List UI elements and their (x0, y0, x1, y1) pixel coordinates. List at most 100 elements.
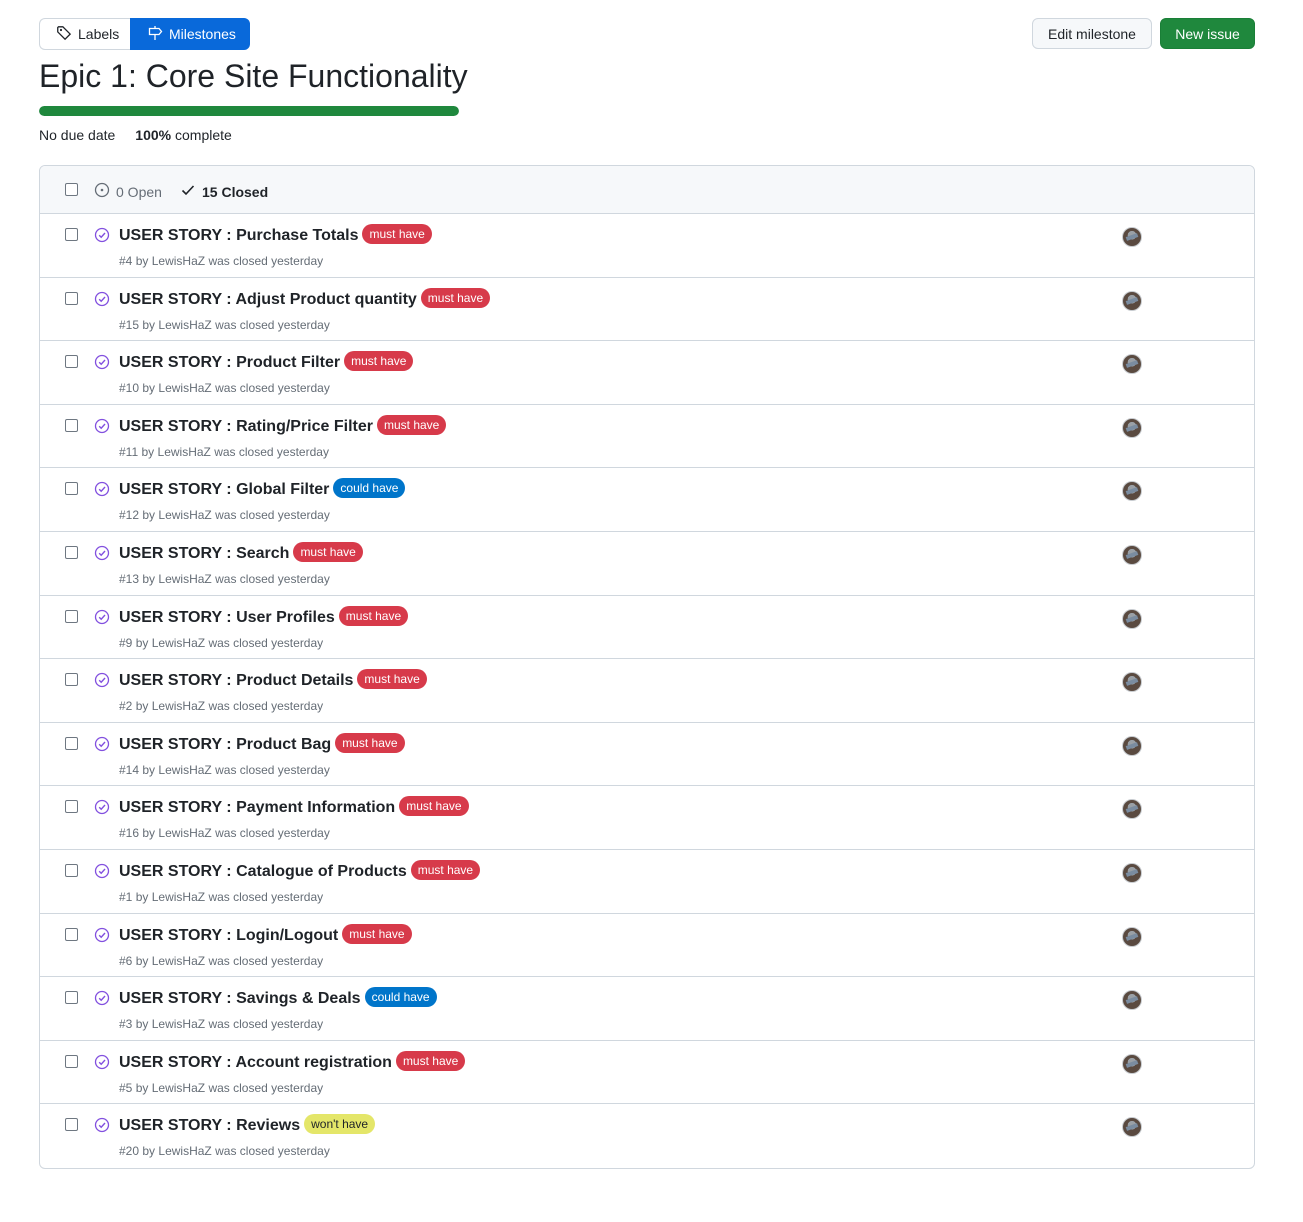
issue-by: by (135, 1017, 149, 1032)
issue-label[interactable]: must have (357, 669, 427, 690)
issue-title-link[interactable]: USER STORY : Savings & Deals (119, 990, 361, 1008)
issue-title-link[interactable]: USER STORY : Global Filter (119, 481, 329, 499)
issue-checkbox[interactable] (65, 418, 78, 432)
assignee-avatar[interactable] (1122, 672, 1142, 693)
issue-title-link[interactable]: USER STORY : User Profiles (119, 609, 335, 627)
assignee-avatar[interactable] (1122, 290, 1142, 311)
assignee-avatar[interactable] (1122, 799, 1142, 820)
issue-title-link[interactable]: USER STORY : Product Details (119, 672, 353, 690)
issue-author[interactable]: LewisHaZ (158, 763, 211, 777)
select-all-checkbox[interactable] (65, 183, 78, 196)
milestone-icon (147, 25, 163, 44)
issue-label[interactable]: must have (338, 605, 409, 626)
issue-meta: #14 by LewisHaZ was closed yesterday (119, 763, 330, 777)
issue-checkbox[interactable] (65, 482, 78, 496)
issue-label[interactable]: could have (333, 478, 406, 499)
assignee-avatar[interactable] (1122, 608, 1142, 629)
issue-title-link[interactable]: USER STORY : Login/Logout (119, 927, 338, 945)
issue-label[interactable]: could have (364, 987, 437, 1008)
issue-author[interactable]: LewisHaZ (158, 826, 211, 840)
issue-label[interactable]: must have (344, 351, 414, 372)
issue-row: USER STORY : Adjust Product quantity must… (40, 278, 1254, 342)
issue-checkbox[interactable] (65, 609, 78, 623)
issue-title-link[interactable]: USER STORY : Rating/Price Filter (119, 418, 373, 436)
issue-author[interactable]: LewisHaZ (152, 254, 205, 268)
issue-checkbox[interactable] (65, 673, 78, 687)
issue-checkbox[interactable] (65, 927, 78, 941)
closed-issues-filter[interactable]: 15 Closed (180, 182, 268, 201)
issue-title-link[interactable]: USER STORY : Search (119, 545, 289, 563)
issue-author[interactable]: LewisHaZ (152, 699, 205, 713)
issue-status: was closed yesterday (208, 953, 324, 968)
assignee-avatar[interactable] (1122, 1117, 1142, 1138)
issue-title-link[interactable]: USER STORY : Product Bag (119, 736, 331, 754)
issue-checkbox[interactable] (65, 291, 78, 305)
issue-label[interactable]: must have (376, 414, 447, 435)
assignee-avatar[interactable] (1122, 481, 1142, 502)
issue-by: by (142, 317, 156, 332)
issue-title-link[interactable]: USER STORY : Adjust Product quantity (119, 291, 417, 309)
issue-meta: #4 by LewisHaZ was closed yesterday (119, 254, 323, 268)
issue-title-link[interactable]: USER STORY : Catalogue of Products (119, 863, 407, 881)
issue-title-link[interactable]: USER STORY : Reviews (119, 1117, 300, 1135)
issue-label[interactable]: must have (293, 541, 363, 562)
issue-title-link[interactable]: USER STORY : Payment Information (119, 799, 395, 817)
assignee-avatar[interactable] (1122, 544, 1142, 565)
issue-checkbox[interactable] (65, 1054, 78, 1068)
issue-checkbox[interactable] (65, 545, 78, 559)
assignee-avatar[interactable] (1122, 417, 1142, 438)
issue-status: was closed yesterday (215, 381, 330, 396)
issue-author[interactable]: LewisHaZ (152, 1081, 205, 1095)
issue-author[interactable]: LewisHaZ (152, 954, 205, 968)
issue-label[interactable]: must have (410, 859, 481, 880)
issue-label[interactable]: must have (399, 796, 469, 817)
assignee-avatar[interactable] (1122, 354, 1142, 375)
issue-author[interactable]: LewisHaZ (152, 1017, 205, 1031)
issue-title-link[interactable]: USER STORY : Product Filter (119, 354, 340, 372)
issue-checkbox[interactable] (65, 355, 78, 369)
assignee-avatar[interactable] (1122, 926, 1142, 947)
issue-by: by (141, 444, 155, 459)
milestones-tab[interactable]: Milestones (130, 18, 250, 50)
issue-label[interactable]: must have (362, 224, 432, 244)
top-bar: Labels Milestones Edit milestone New iss… (39, 18, 1255, 50)
issue-checkbox[interactable] (65, 736, 78, 750)
issue-checkbox[interactable] (65, 1118, 78, 1132)
issue-author[interactable]: LewisHaZ (158, 445, 211, 459)
issue-author[interactable]: LewisHaZ (152, 636, 205, 650)
issue-checkbox[interactable] (65, 228, 78, 241)
issue-author[interactable]: LewisHaZ (158, 508, 211, 522)
new-issue-button[interactable]: New issue (1160, 18, 1255, 49)
labels-tab[interactable]: Labels (39, 18, 130, 50)
open-issues-filter[interactable]: 0 Open (94, 182, 162, 201)
issue-author[interactable]: LewisHaZ (158, 1144, 211, 1158)
assignee-avatar[interactable] (1122, 862, 1142, 883)
issue-author[interactable]: LewisHaZ (158, 572, 211, 586)
issue-number: #2 (119, 699, 133, 714)
issue-author[interactable]: LewisHaZ (152, 890, 205, 904)
issue-checkbox[interactable] (65, 863, 78, 877)
issue-row: USER STORY : Purchase Totals must have #4 … (40, 214, 1254, 278)
issue-label[interactable]: must have (395, 1050, 466, 1071)
issue-by: by (135, 1080, 149, 1095)
issue-author[interactable]: LewisHaZ (158, 381, 211, 395)
issue-checkbox[interactable] (65, 991, 78, 1005)
issue-label[interactable]: must have (335, 732, 405, 753)
issue-title-link[interactable]: USER STORY : Account registration (119, 1054, 392, 1072)
issue-row: USER STORY : Product Bag must have #14 by … (40, 723, 1254, 787)
issue-label[interactable]: won't have (304, 1114, 376, 1135)
issue-checkbox[interactable] (65, 800, 78, 814)
issue-label[interactable]: must have (342, 923, 412, 944)
issue-label[interactable]: must have (420, 287, 491, 308)
issue-row: USER STORY : Search must have #13 by Lewis… (40, 532, 1254, 596)
edit-milestone-button[interactable]: Edit milestone (1032, 18, 1152, 49)
assignee-avatar[interactable] (1122, 1053, 1142, 1074)
completion: 100% complete (135, 127, 232, 143)
issue-title-link[interactable]: USER STORY : Purchase Totals (119, 227, 358, 245)
subnav: Labels Milestones (39, 18, 250, 50)
issue-number: #12 (119, 508, 140, 523)
assignee-avatar[interactable] (1122, 990, 1142, 1011)
issue-author[interactable]: LewisHaZ (158, 318, 211, 332)
assignee-avatar[interactable] (1122, 227, 1142, 247)
assignee-avatar[interactable] (1122, 735, 1142, 756)
